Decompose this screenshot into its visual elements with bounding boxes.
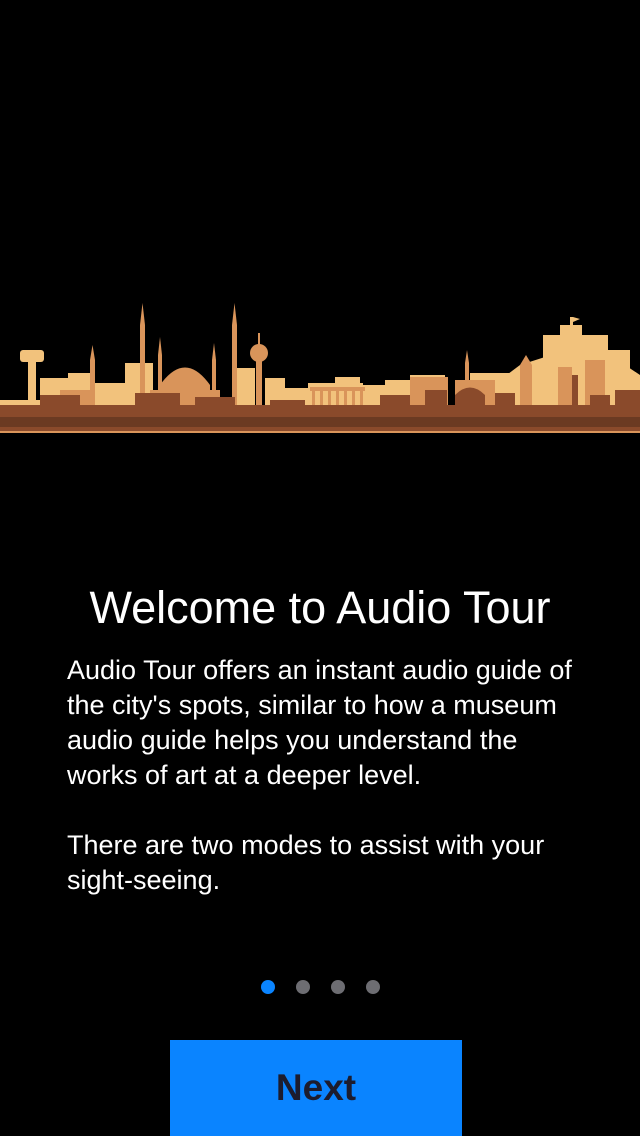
page-dot-2[interactable] xyxy=(295,980,310,994)
page-indicator[interactable] xyxy=(0,980,640,994)
city-skyline-illustration xyxy=(0,303,640,433)
page-dot-1-active[interactable] xyxy=(260,980,275,994)
description-paragraph-2: There are two modes to assist with your … xyxy=(67,830,545,895)
next-button[interactable]: Next xyxy=(170,1040,462,1136)
page-dot-4[interactable] xyxy=(365,980,380,994)
page-dot-3[interactable] xyxy=(330,980,345,994)
description: Audio Tour offers an instant audio guide… xyxy=(67,653,587,898)
description-paragraph-1: Audio Tour offers an instant audio guide… xyxy=(67,655,572,790)
welcome-title: Welcome to Audio Tour xyxy=(89,582,551,633)
